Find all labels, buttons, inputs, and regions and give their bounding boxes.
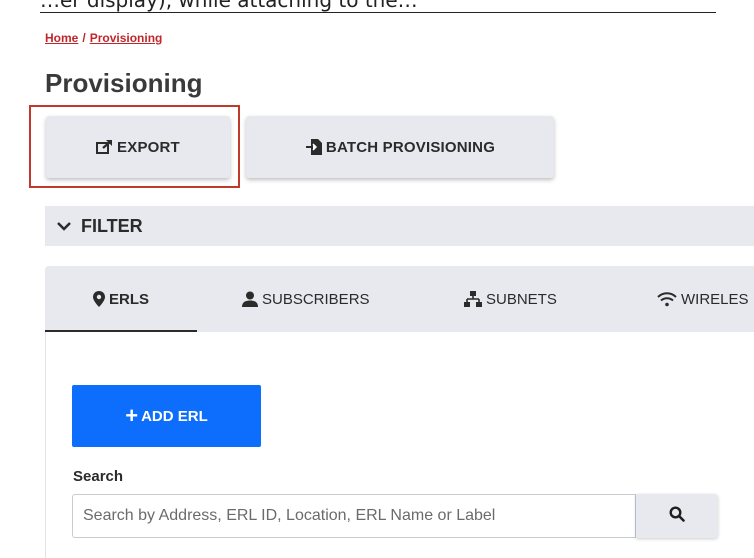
tab-subscribers[interactable]: SUBSCRIBERS <box>242 266 370 332</box>
filter-toggle[interactable]: FILTER <box>45 206 754 246</box>
map-pin-icon <box>92 291 105 307</box>
filter-label: FILTER <box>81 215 143 236</box>
add-erl-button[interactable]: + ADD ERL <box>72 385 261 447</box>
add-erl-label: ADD ERL <box>141 407 208 425</box>
tab-wireless-label: WIRELES <box>681 290 749 308</box>
breadcrumb: Home / Provisioning <box>45 31 162 45</box>
tab-subnets[interactable]: SUBNETS <box>464 266 557 332</box>
search-label: Search <box>73 468 124 485</box>
tab-subnets-label: SUBNETS <box>486 290 557 308</box>
tab-wireless[interactable]: WIRELES <box>657 266 749 332</box>
plus-icon: + <box>125 403 139 428</box>
breadcrumb-home-link[interactable]: Home <box>45 31 78 45</box>
chevron-down-icon <box>57 221 71 231</box>
search-input[interactable] <box>72 494 636 538</box>
file-import-icon <box>305 138 323 156</box>
batch-provisioning-button[interactable]: BATCH PROVISIONING <box>246 116 554 178</box>
tab-bar: ERLS SUBSCRIBERS SUBNETS WIRELES <box>45 266 754 332</box>
network-icon <box>464 291 482 307</box>
search-button[interactable] <box>636 494 718 538</box>
tab-subscribers-label: SUBSCRIBERS <box>262 290 370 308</box>
highlight-box <box>29 105 240 188</box>
top-cutoff-text: …er display), while attaching to the… <box>0 0 754 16</box>
breadcrumb-current-link[interactable]: Provisioning <box>90 31 163 45</box>
batch-provisioning-label: BATCH PROVISIONING <box>325 138 496 156</box>
wifi-icon <box>657 291 677 307</box>
user-icon <box>242 291 258 307</box>
tab-erls-label: ERLS <box>108 290 149 308</box>
tab-erls[interactable]: ERLS <box>45 266 197 332</box>
page-title: Provisioning <box>45 68 203 98</box>
cutoff-text: …er display), while attaching to the… <box>40 0 418 12</box>
breadcrumb-separator: / <box>82 31 86 45</box>
search-icon <box>669 505 685 527</box>
divider <box>40 12 716 13</box>
